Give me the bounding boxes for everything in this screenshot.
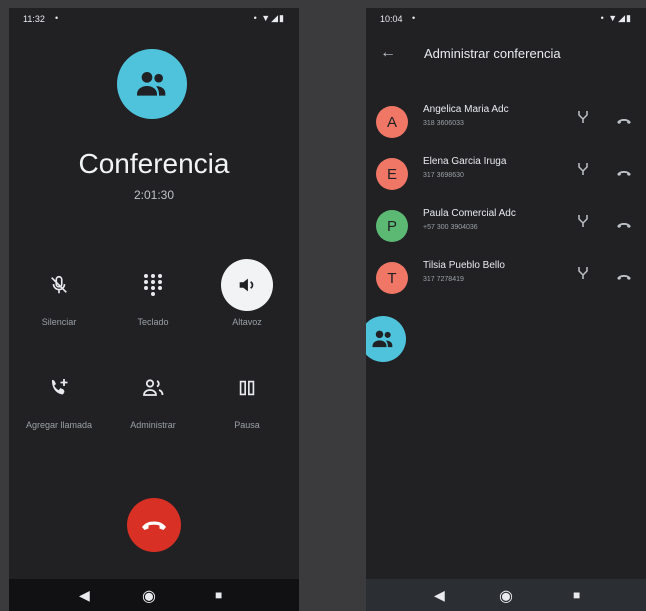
conference-drag-avatar[interactable] [366, 316, 406, 362]
back-arrow-icon[interactable]: ← [380, 44, 396, 62]
participant-name: Tilsia Pueblo Bello [423, 260, 505, 271]
hang-up-icon [617, 119, 631, 124]
mute-label: Silenciar [41, 317, 77, 327]
status-icons: • ▼◢▮ [600, 13, 632, 23]
pause-button[interactable]: Pausa [202, 362, 292, 430]
split-call-icon [578, 267, 588, 279]
manage-people-icon [143, 379, 164, 396]
in-call-screen: 11:32 • • ▼◢▮ Conferencia 2:01:30 Silenc… [9, 8, 299, 611]
status-icons: • ▼◢▮ [253, 13, 285, 23]
hang-up-icon [617, 171, 631, 176]
participant-row: E Elena Garcia Iruga 317 3698630 [366, 152, 646, 204]
participant-number: 318 3606033 [423, 120, 464, 127]
disconnect-participant-button[interactable] [616, 216, 632, 234]
conference-avatar [117, 49, 187, 119]
app-title: Administrar conferencia [424, 46, 561, 61]
manage-button[interactable]: Administrar [108, 362, 198, 430]
mic-off-icon [51, 275, 67, 294]
add-call-label: Agregar llamada [25, 420, 93, 430]
status-bar: 11:32 • • ▼◢▮ [9, 8, 299, 30]
navigation-bar: ◀ ◉ ■ [9, 579, 299, 611]
nav-home-button[interactable]: ◉ [499, 586, 513, 606]
group-icon [372, 330, 393, 348]
pause-icon [239, 380, 255, 396]
participant-row: P Paula Comercial Adc +57 300 3904036 [366, 204, 646, 256]
disconnect-participant-button[interactable] [616, 112, 632, 130]
nav-recents-button[interactable]: ■ [215, 588, 222, 602]
split-call-button[interactable] [576, 162, 590, 181]
disconnect-participant-button[interactable] [616, 268, 632, 286]
split-call-button[interactable] [576, 214, 590, 233]
participant-row: A Angelica Maria Adc 318 3606033 [366, 100, 646, 152]
split-call-icon [578, 215, 588, 227]
split-call-icon [578, 111, 588, 123]
split-call-icon [578, 163, 588, 175]
add-call-icon [52, 379, 68, 395]
nav-back-button[interactable]: ◀ [79, 587, 90, 604]
nav-back-button[interactable]: ◀ [434, 587, 445, 604]
participant-name: Paula Comercial Adc [423, 208, 516, 219]
hang-up-icon [617, 275, 631, 280]
participant-name: Elena Garcia Iruga [423, 156, 507, 167]
manage-conference-screen: 10:04 • • ▼◢▮ ← Administrar conferencia … [366, 8, 646, 611]
speaker-button[interactable]: Altavoz [202, 259, 292, 327]
add-call-button[interactable]: Agregar llamada [14, 362, 104, 430]
participant-avatar: P [376, 210, 408, 242]
disconnect-participant-button[interactable] [616, 164, 632, 182]
app-bar: ← Administrar conferencia [366, 36, 646, 76]
participant-avatar: A [376, 106, 408, 138]
participant-row: T Tilsia Pueblo Bello 317 7278419 [366, 256, 646, 308]
participant-avatar: T [376, 262, 408, 294]
status-dot: • [55, 13, 59, 23]
mute-button[interactable]: Silenciar [14, 259, 104, 327]
speaker-icon [239, 278, 254, 292]
status-dot: • [412, 13, 416, 23]
split-call-button[interactable] [576, 110, 590, 129]
status-time: 11:32 [23, 14, 45, 24]
hang-up-icon [142, 521, 166, 530]
keypad-button[interactable]: Teclado [108, 259, 198, 327]
manage-label: Administrar [130, 420, 176, 430]
nav-recents-button[interactable]: ■ [573, 588, 580, 602]
navigation-bar: ◀ ◉ ■ [366, 579, 646, 611]
dialpad-icon [144, 274, 162, 296]
hang-up-icon [617, 223, 631, 228]
participant-number: 317 3698630 [423, 172, 464, 179]
speaker-label: Altavoz [232, 317, 262, 327]
keypad-label: Teclado [137, 317, 169, 327]
status-time: 10:04 [380, 14, 403, 24]
participant-number: +57 300 3904036 [423, 224, 478, 231]
end-call-button[interactable] [127, 498, 181, 552]
participant-name: Angelica Maria Adc [423, 104, 509, 115]
split-call-button[interactable] [576, 266, 590, 285]
call-title: Conferencia [78, 148, 230, 179]
participant-avatar: E [376, 158, 408, 190]
nav-home-button[interactable]: ◉ [142, 586, 156, 606]
call-timer: 2:01:30 [133, 188, 175, 202]
group-icon [137, 72, 166, 96]
status-bar: 10:04 • • ▼◢▮ [366, 8, 646, 30]
participant-number: 317 7278419 [423, 276, 464, 283]
pause-label: Pausa [234, 420, 260, 430]
